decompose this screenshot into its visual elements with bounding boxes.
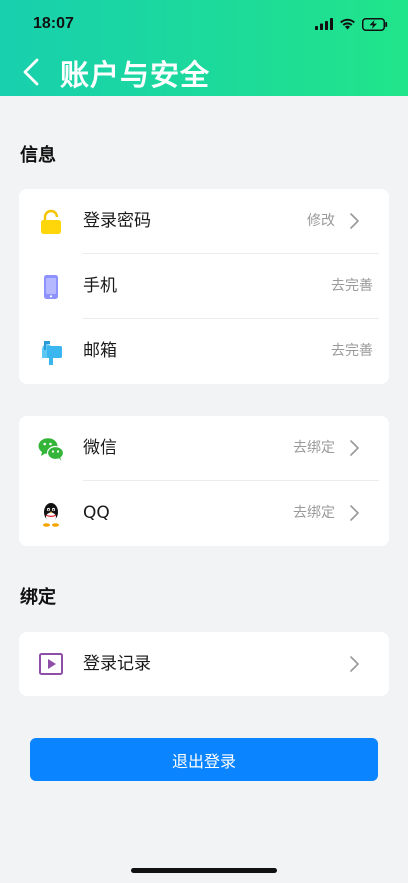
row-wechat[interactable]: 微信 去绑定 [19, 416, 389, 481]
status-time: 18:07 [33, 15, 74, 32]
mailbox-icon [42, 341, 62, 365]
page-title: 账户与安全 [60, 58, 211, 92]
lock-icon [41, 209, 61, 234]
row-label: 微信 [83, 438, 117, 458]
chevron-right-icon [350, 505, 359, 521]
chevron-right-icon [350, 440, 359, 456]
row-phone[interactable]: 手机 去完善 [19, 254, 389, 319]
status-icons [315, 16, 388, 32]
header-bar: 18:07 账户与安全 [0, 0, 408, 96]
wifi-icon [340, 18, 355, 30]
row-value: 去完善 [331, 343, 373, 359]
row-label: QQ [83, 503, 110, 523]
row-value: 修改 [307, 213, 335, 229]
cellular-signal-icon [315, 18, 333, 30]
info-card: 登录密码 修改 手机 去完善 邮箱 去完善 [19, 189, 389, 384]
row-label: 邮箱 [83, 341, 117, 361]
social-card: 微信 去绑定 QQ 去绑定 [19, 416, 389, 546]
record-card: 登录记录 [19, 632, 389, 696]
row-value: 去绑定 [293, 440, 335, 456]
wechat-icon [38, 438, 65, 461]
row-label: 登录密码 [83, 211, 151, 231]
row-label: 手机 [83, 276, 117, 296]
row-login-record[interactable]: 登录记录 [19, 632, 389, 696]
row-value: 去完善 [331, 278, 373, 294]
back-arrow-icon[interactable] [14, 54, 48, 90]
chevron-right-icon [350, 656, 359, 672]
row-qq[interactable]: QQ 去绑定 [19, 481, 389, 546]
section-title-bind: 绑定 [20, 587, 56, 608]
home-indicator [131, 868, 277, 873]
section-title-info: 信息 [20, 145, 56, 166]
play-record-icon [39, 653, 63, 675]
chevron-right-icon [350, 213, 359, 229]
battery-charging-icon [362, 17, 388, 31]
row-login-password[interactable]: 登录密码 修改 [19, 189, 389, 254]
row-value: 去绑定 [293, 505, 335, 521]
qq-icon [43, 503, 59, 527]
row-email[interactable]: 邮箱 去完善 [19, 319, 389, 384]
phone-icon [44, 275, 58, 299]
logout-button[interactable]: 退出登录 [30, 738, 378, 781]
status-bar: 18:07 [0, 0, 408, 44]
row-label: 登录记录 [83, 654, 151, 674]
